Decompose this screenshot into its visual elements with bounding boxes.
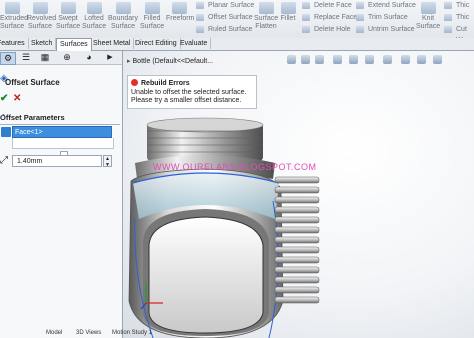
selected-faces-list[interactable]: Face<1>	[12, 126, 112, 138]
knit-surface-icon	[420, 2, 436, 14]
feature-tree-flyout[interactable]: ▸ Bottle (Default<<Default...	[127, 57, 213, 65]
tab-surfaces[interactable]: Surfaces	[56, 38, 92, 51]
untrim-surface-button[interactable]: Untrim Surface	[356, 24, 415, 35]
display-manager-tab-icon[interactable]: ◕	[82, 52, 96, 63]
configuration-manager-tab-icon[interactable]: ▦	[38, 52, 52, 63]
knit-surface-button[interactable]: Knit Surface	[416, 0, 440, 36]
filled-surface-button[interactable]: Filled Surface	[140, 0, 164, 36]
boundary-surface-button[interactable]: Boundary Surface	[108, 0, 138, 36]
swept-surface-label: Swept Surface	[56, 15, 81, 30]
revolved-surface-button[interactable]: Revolved Surface	[27, 0, 57, 36]
error-title: Rebuild Errors	[131, 79, 190, 87]
cancel-icon[interactable]: ✕	[13, 93, 21, 104]
freeform-label: Freeform	[166, 15, 195, 22]
swept-surface-icon	[60, 2, 76, 14]
property-manager-title: Offset Surface	[5, 78, 60, 87]
part-name: Bottle (Default<<Default...	[132, 58, 214, 65]
error-message-line2: Please try a smaller offset distance.	[131, 97, 242, 104]
extruded-surface-button[interactable]: Extruded Surface	[0, 0, 29, 36]
delete-face-button[interactable]: Delete Face	[302, 0, 352, 11]
surface-flatten-icon	[258, 2, 274, 14]
boundary-surface-label: Boundary Surface	[108, 15, 138, 30]
tab-model[interactable]: Model	[46, 330, 62, 336]
delete-hole-button[interactable]: Delete Hole	[302, 24, 351, 35]
tab-evaluate[interactable]: Evaluate	[177, 38, 212, 49]
selected-faces-list-empty[interactable]	[12, 138, 114, 149]
feature-manager-tab-icon[interactable]: ⚙	[0, 52, 16, 65]
fillet-icon	[280, 2, 296, 14]
offset-parameters-header[interactable]: Offset Parameters ⌃	[0, 113, 120, 125]
freeform-button[interactable]: Freeform	[166, 0, 195, 36]
extend-surface-button[interactable]: Extend Surface	[356, 0, 416, 11]
lofted-surface-label: Lofted Surface	[82, 15, 107, 30]
face-item[interactable]: Face<1>	[15, 129, 43, 136]
planar-surface-button[interactable]: Planar Surface	[196, 0, 254, 11]
fillet-label: Fillet	[280, 15, 296, 22]
command-manager-ribbon: Extruded Surface Revolved Surface Swept …	[0, 0, 474, 44]
filled-surface-icon	[144, 2, 160, 14]
panel-expand-icon[interactable]: ▶	[103, 52, 117, 63]
tab-features[interactable]: Features	[0, 38, 29, 49]
rebuild-errors-tooltip: Rebuild Errors Unable to offset the sele…	[127, 75, 257, 109]
trim-surface-button[interactable]: Trim Surface	[356, 12, 408, 23]
ruled-surface-button[interactable]: Ruled Surface	[196, 24, 252, 35]
swept-surface-button[interactable]: Swept Surface	[56, 0, 80, 36]
thicken-button[interactable]: Thic	[444, 0, 469, 11]
property-manager-tab-icon[interactable]: ☰	[19, 52, 33, 63]
surface-flatten-label: Surface Flatten	[254, 15, 279, 30]
lofted-surface-button[interactable]: Lofted Surface	[82, 0, 106, 36]
panel-toolbar: ⚙ ☰ ▦ ⊕ ◕ ▶	[0, 51, 122, 65]
graphics-area[interactable]: ▸ Bottle (Default<<Default... Rebuild Err…	[123, 51, 474, 338]
tab-motion-study[interactable]: Motion Study 1	[112, 330, 152, 336]
knit-surface-label: Knit Surface	[416, 15, 441, 30]
lofted-surface-icon	[86, 2, 102, 14]
watermark-text: WWW.OURELABS.BLOGSPOT.COM	[153, 162, 317, 172]
revolved-surface-label: Revolved Surface	[27, 15, 57, 30]
tab-sketch[interactable]: Sketch	[28, 38, 57, 49]
filled-surface-label: Filled Surface	[140, 15, 165, 30]
expand-arrow-icon[interactable]: ▸	[127, 58, 131, 65]
tab-direct-editing[interactable]: Direct Editing	[132, 38, 181, 49]
replace-face-button[interactable]: Replace Face	[302, 12, 357, 23]
extruded-surface-icon	[4, 2, 20, 14]
chevron-up-icon[interactable]: ⌃	[0, 113, 116, 122]
face-selection-icon	[1, 127, 11, 137]
surface-flatten-button[interactable]: Surface Flatten	[254, 0, 278, 36]
fillet-button[interactable]: Fillet	[280, 0, 296, 36]
reverse-direction-icon[interactable]: ⤢	[0, 155, 11, 167]
revolved-surface-icon	[32, 2, 48, 14]
command-tabs: Features Sketch Surfaces Sheet Metal Dir…	[0, 38, 474, 51]
extruded-surface-label: Extruded Surface	[0, 15, 29, 30]
property-manager: ⚙ ☰ ▦ ⊕ ◕ ▶ ◈ Offset Surface ✔ ✕ Offset …	[0, 51, 123, 338]
cut-with-surface-button[interactable]: Cut W	[444, 24, 474, 44]
ok-icon[interactable]: ✔	[0, 93, 8, 104]
error-message-line1: Unable to offset the selected surface.	[131, 89, 247, 96]
tab-sheet-metal[interactable]: Sheet Metal	[90, 38, 135, 49]
offset-surface-button[interactable]: Offset Surface	[196, 12, 253, 23]
offset-distance-input[interactable]: 1.40mm	[12, 155, 102, 167]
dimxpert-tab-icon[interactable]: ⊕	[60, 52, 74, 63]
thickened-cut-button[interactable]: Thic	[444, 12, 469, 23]
freeform-icon	[171, 2, 187, 14]
tab-3d-views[interactable]: 3D Views	[76, 330, 101, 336]
distance-spinner[interactable]: ▲ ▼	[103, 155, 112, 168]
boundary-surface-icon	[115, 2, 131, 14]
